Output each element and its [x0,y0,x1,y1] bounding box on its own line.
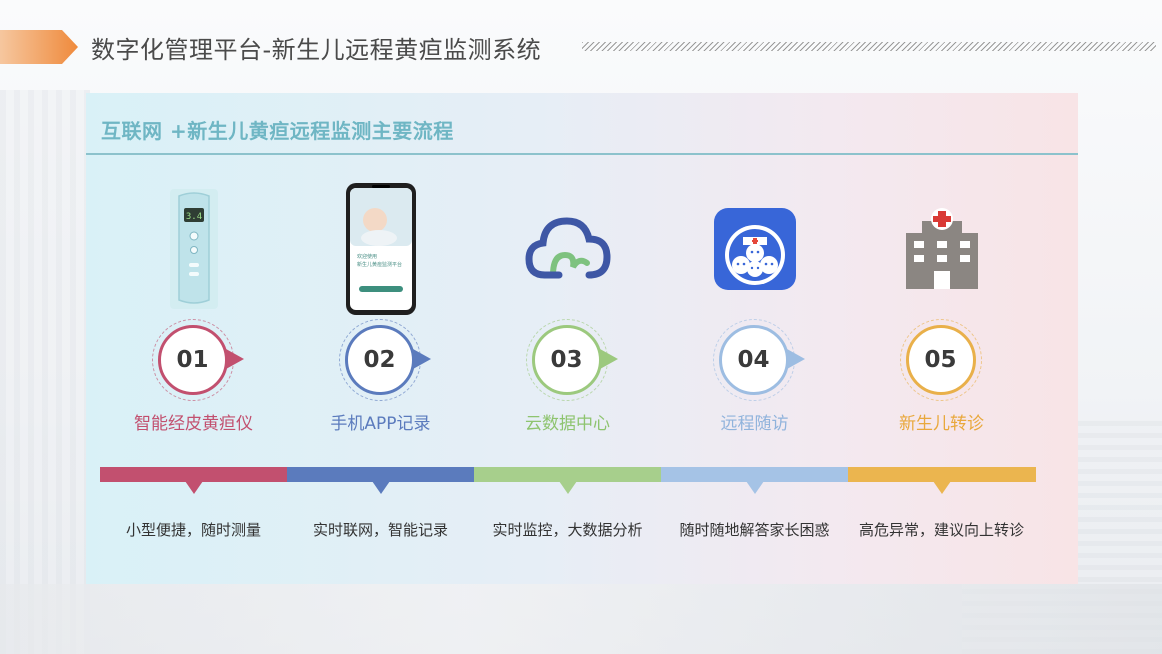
process-step-1: 3.4 01 智能经皮黄疸仪 小型便捷，随时测量 [100,181,287,581]
hospital-building-icon [882,181,1002,316]
step-label-1: 智能经皮黄疸仪 [134,414,253,434]
play-arrow-icon [786,349,805,369]
step-badge-1: 01 [151,319,252,401]
remote-followup-family-icon [695,181,815,316]
process-step-4: 04 远程随访 随时随地解答家长困惑 [661,181,848,581]
step-badge-4: 04 [712,319,813,401]
phone-app-name: 新生儿黄疸监测平台 [357,261,402,268]
step-label-5: 新生儿转诊 [899,414,984,434]
process-panel: 互联网 +新生儿黄疸远程监测主要流程 3.4 01 智能经皮黄疸仪 小型便捷，随… [86,93,1078,584]
play-arrow-icon [599,349,618,369]
step-badge-5: 05 [899,319,1000,401]
background-city-bottom [0,584,1162,654]
step-desc-1: 小型便捷，随时测量 [125,521,261,539]
jaundice-meter-device-icon: 3.4 [134,181,254,316]
process-step-2: 欢迎使用 新生儿黄疸监测平台 02 手机APP记录 实时联网，智能记录 [287,181,474,581]
step-badge-3: 03 [525,319,626,401]
step-desc-2: 实时联网，智能记录 [312,521,448,539]
step-number-5: 05 [899,319,982,401]
step-number-3: 03 [525,319,608,401]
smartphone-app-icon: 欢迎使用 新生儿黄疸监测平台 [321,181,441,316]
step-number-2: 02 [338,319,421,401]
process-step-3: 03 云数据中心 实时监控，大数据分析 [474,181,661,581]
panel-divider [86,153,1078,155]
device-reading: 3.4 [185,212,201,222]
slide-header: 数字化管理平台-新生儿远程黄疸监测系统 [0,26,1162,66]
play-arrow-icon [225,349,244,369]
step-badge-2: 02 [338,319,439,401]
phone-welcome-text: 欢迎使用 [357,253,377,260]
step-number-1: 01 [151,319,234,401]
slide-title: 数字化管理平台-新生儿远程黄疸监测系统 [91,36,542,64]
step-desc-4: 随时随地解答家长困惑 [679,521,830,539]
header-hatch-line [582,42,1156,51]
step-desc-5: 高危异常，建议向上转诊 [858,521,1024,539]
background-building-left [0,90,90,654]
step-label-2: 手机APP记录 [330,414,431,434]
step-label-3: 云数据中心 [525,414,610,434]
step-number-4: 04 [712,319,795,401]
step-label-4: 远程随访 [720,414,789,434]
process-step-5: 05 新生儿转诊 高危异常，建议向上转诊 [848,181,1035,581]
play-arrow-icon [412,349,431,369]
step-desc-3: 实时监控，大数据分析 [492,521,643,539]
panel-title: 互联网 +新生儿黄疸远程监测主要流程 [101,119,454,143]
cloud-data-center-icon [508,181,628,316]
header-arrow-tab [0,30,78,64]
